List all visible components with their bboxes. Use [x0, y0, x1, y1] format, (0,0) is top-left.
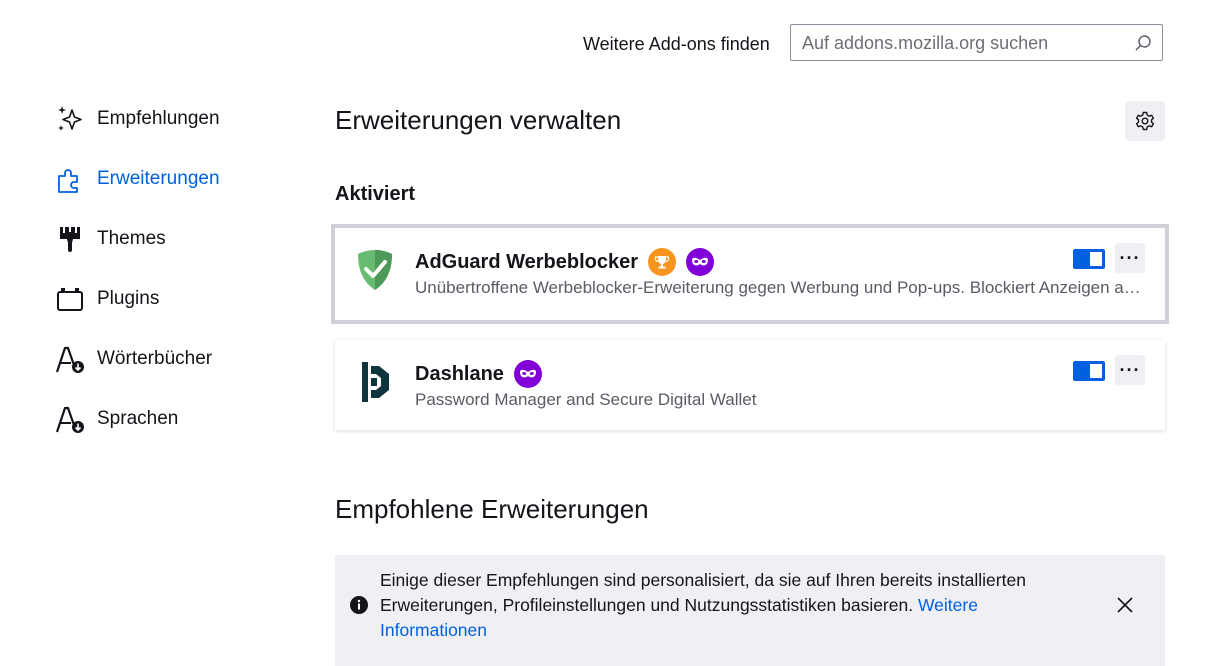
addon-description: Unübertroffene Werbeblocker-Erweiterung … — [415, 278, 1150, 297]
addon-card-dashlane[interactable]: Dashlane Password Manager and Secure Dig… — [335, 340, 1165, 430]
addon-card-adguard[interactable]: AdGuard Werbeblocker Unübertroffene Werb… — [331, 224, 1169, 324]
search-input[interactable] — [802, 33, 1122, 54]
addon-more-options-button[interactable]: ··· — [1115, 355, 1145, 385]
close-icon[interactable] — [1115, 595, 1135, 615]
addon-name[interactable]: Dashlane — [415, 363, 504, 386]
language-icon — [55, 403, 87, 435]
info-icon — [350, 596, 368, 614]
sidebar-item-label: Plugins — [97, 288, 160, 309]
sidebar-item-label: Empfehlungen — [97, 108, 220, 129]
gear-icon — [1135, 111, 1155, 131]
page-title: Erweiterungen verwalten — [335, 105, 622, 135]
puzzle-icon — [55, 163, 87, 195]
brush-icon — [55, 223, 87, 255]
sidebar-item-plugins[interactable]: Plugins — [55, 279, 305, 319]
notice-text: Einige dieser Empfehlungen sind personal… — [380, 568, 1060, 643]
sidebar-item-recommendations[interactable]: Empfehlungen — [55, 99, 305, 139]
addon-enable-toggle[interactable] — [1073, 249, 1105, 269]
sidebar-item-dictionaries[interactable]: Wörterbücher — [55, 339, 305, 379]
sidebar-item-label: Themes — [97, 228, 166, 249]
addon-name-row: Dashlane — [415, 360, 542, 388]
sidebar-item-languages[interactable]: Sprachen — [55, 399, 305, 439]
search-icon — [1135, 35, 1151, 51]
plugin-icon — [55, 283, 87, 315]
sidebar-item-themes[interactable]: Themes — [55, 219, 305, 259]
sidebar-item-extensions[interactable]: Erweiterungen — [55, 159, 305, 199]
dictionary-icon — [55, 343, 87, 375]
trophy-icon[interactable] — [648, 248, 677, 276]
addon-more-options-button[interactable]: ··· — [1115, 243, 1145, 273]
addon-description: Password Manager and Secure Digital Wall… — [415, 390, 757, 409]
sparkle-icon — [55, 103, 87, 135]
sidebar-item-label: Erweiterungen — [97, 168, 220, 189]
personalization-notice: Einige dieser Empfehlungen sind personal… — [335, 555, 1165, 666]
addon-name[interactable]: AdGuard Werbeblocker — [415, 251, 638, 274]
sidebar-item-label: Wörterbücher — [97, 348, 213, 369]
adguard-shield-icon — [358, 250, 392, 290]
addons-search-box[interactable] — [790, 24, 1163, 61]
addon-name-row: AdGuard Werbeblocker — [415, 248, 715, 276]
dashlane-logo-icon — [362, 362, 389, 402]
find-more-addons-label: Weitere Add-ons finden — [583, 34, 770, 54]
private-browsing-icon[interactable] — [686, 248, 715, 276]
addon-enable-toggle[interactable] — [1073, 361, 1105, 381]
recommended-heading: Empfohlene Erweiterungen — [335, 494, 649, 524]
tools-gear-button[interactable] — [1125, 101, 1165, 141]
section-heading-enabled: Aktiviert — [335, 183, 416, 205]
sidebar-item-label: Sprachen — [97, 408, 179, 429]
private-browsing-icon[interactable] — [513, 360, 542, 388]
